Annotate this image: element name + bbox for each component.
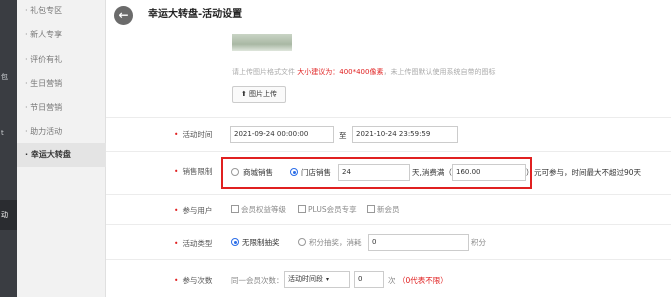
unlimited-draw-label: 无限制抽奖	[242, 238, 280, 247]
participants-label-text: 参与用户	[182, 206, 213, 215]
mall-sales-radio[interactable]	[231, 168, 239, 176]
sales-limit-label: • 销售限制	[174, 167, 213, 176]
store-sales-radio[interactable]	[290, 168, 298, 176]
divider	[106, 117, 671, 118]
upload-hint-prefix: 请上传图片格式文件	[232, 68, 298, 76]
count-zero-note: （0代表不限）	[398, 276, 448, 285]
end-time-input[interactable]: 2021-10-24 23:59:59	[352, 126, 458, 143]
upload-hint-size: 大小建议为：400*400像素	[297, 68, 384, 76]
unlimited-draw-radio[interactable]	[231, 238, 239, 246]
new-member-label: 新会员	[377, 205, 400, 214]
store-sales-label: 门店销售	[301, 168, 331, 177]
sidebar-item-review-gift[interactable]: · 评价有礼	[25, 54, 62, 65]
upload-icon: ⬆	[240, 90, 247, 98]
divider	[106, 194, 671, 195]
points-draw-label: 积分抽奖，消耗	[309, 238, 362, 247]
count-period-select-value: 活动时间段	[288, 275, 323, 283]
sidebar-item-holiday[interactable]: · 节日营销	[25, 102, 62, 113]
plus-member-checkbox[interactable]	[298, 205, 306, 213]
wheel-image-preview	[232, 34, 292, 51]
back-button[interactable]: ←	[114, 6, 133, 25]
sidebar-item-gift-zone[interactable]: · 礼包专区	[25, 5, 62, 16]
rail-item-activity[interactable]: 动	[0, 200, 17, 230]
secondary-sidebar: · 礼包专区 · 新人专享 · 评价有礼 · 生日营销 · 节日营销 · 助力活…	[17, 0, 106, 297]
spend-label: 天,消费满（	[412, 168, 452, 177]
close-paren: ）	[526, 168, 534, 177]
time-separator: 至	[339, 131, 347, 140]
divider	[106, 259, 671, 260]
start-time-input[interactable]: 2021-09-24 00:00:00	[230, 126, 334, 143]
upload-hint: 请上传图片格式文件 大小建议为：400*400像素，未上传图默认使用系统自带的图…	[232, 67, 495, 77]
upload-hint-suffix: ，未上传图默认使用系统自带的图标	[383, 68, 496, 76]
image-upload-button[interactable]: ⬆ 图片上传	[232, 86, 286, 103]
points-cost-input[interactable]: 0	[368, 234, 469, 251]
count-input[interactable]: 0	[354, 271, 384, 288]
page-title: 幸运大转盘-活动设置	[148, 9, 243, 20]
primary-nav-rail: 包 t 动	[0, 0, 17, 297]
participation-count-label-text: 参与次数	[182, 276, 213, 285]
sidebar-item-lucky-wheel[interactable]: · 幸运大转盘	[17, 143, 106, 167]
sidebar-item-assist[interactable]: · 助力活动	[25, 126, 62, 137]
count-unit: 次	[388, 276, 396, 285]
plus-member-label: PLUS会员专享	[308, 205, 357, 214]
participants-label: • 参与用户	[174, 206, 213, 215]
participation-count-label: • 参与次数	[174, 276, 213, 285]
activity-type-label-text: 活动类型	[182, 239, 213, 248]
sidebar-item-newcomer[interactable]: · 新人专享	[25, 29, 62, 40]
spend-amount-input[interactable]: 160.00	[452, 164, 526, 181]
activity-time-label-text: 活动时间	[182, 130, 213, 139]
mall-sales-label: 商城销售	[243, 168, 273, 177]
sidebar-item-birthday[interactable]: · 生日营销	[25, 78, 62, 89]
member-level-label: 会员权益等级	[241, 205, 286, 214]
activity-type-label: • 活动类型	[174, 239, 213, 248]
rail-item-other[interactable]: t	[1, 129, 4, 137]
points-draw-radio[interactable]	[298, 238, 306, 246]
same-member-count-prefix: 同一会员次数：	[231, 276, 284, 285]
activity-time-label: • 活动时间	[174, 130, 213, 139]
upload-button-label: 图片上传	[249, 90, 278, 98]
divider	[106, 151, 671, 152]
sales-limit-note: 元可参与，时间最大不超过90天	[534, 168, 642, 177]
divider	[106, 224, 671, 225]
count-period-select[interactable]: 活动时间段 ▾	[284, 271, 350, 288]
store-days-input[interactable]: 24	[338, 164, 410, 181]
new-member-checkbox[interactable]	[367, 205, 375, 213]
sales-limit-label-text: 销售限制	[182, 167, 213, 176]
points-unit: 积分	[471, 238, 486, 247]
chevron-down-icon: ▾	[326, 276, 330, 283]
rail-item-gift[interactable]: 包	[1, 72, 8, 82]
member-level-checkbox[interactable]	[231, 205, 239, 213]
app-root: 包 t 动 · 礼包专区 · 新人专享 · 评价有礼 · 生日营销 · 节日营销…	[0, 0, 671, 297]
